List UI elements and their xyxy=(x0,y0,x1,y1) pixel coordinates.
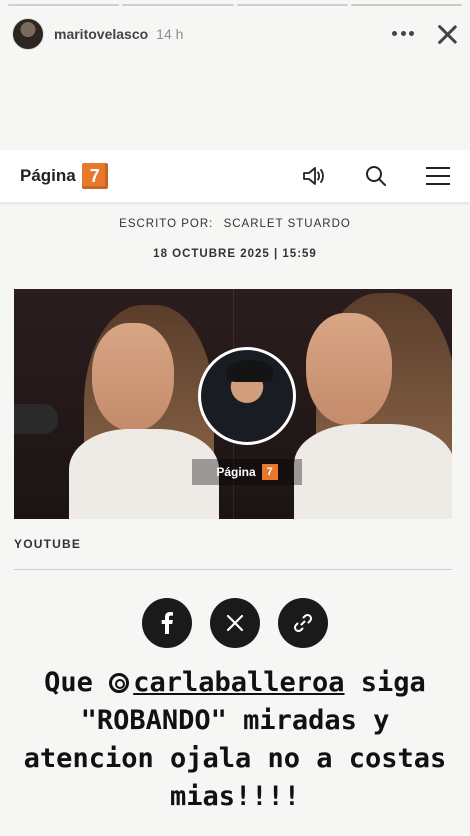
more-options-icon[interactable] xyxy=(392,31,414,37)
story-caption: Que carlaballeroa siga "ROBANDO" miradas… xyxy=(20,664,450,816)
image-watermark: Página 7 xyxy=(192,459,302,485)
story-username[interactable]: maritovelasco xyxy=(54,26,148,42)
story-progress xyxy=(8,4,462,6)
share-x-button[interactable] xyxy=(210,598,260,648)
progress-segment xyxy=(8,4,120,6)
menu-icon[interactable] xyxy=(426,164,450,188)
logo-badge: 7 xyxy=(81,163,108,189)
image-credit: YOUTUBE xyxy=(14,537,82,551)
progress-segment xyxy=(236,4,348,6)
share-facebook-button[interactable] xyxy=(142,598,192,648)
logo-text: Página xyxy=(20,166,76,185)
article-author: ESCRITO POR: SCARLET STUARDO xyxy=(0,218,470,230)
search-icon[interactable] xyxy=(364,164,388,188)
author-label: ESCRITO POR: xyxy=(119,218,214,230)
caption-prefix: Que xyxy=(44,667,110,698)
avatar[interactable] xyxy=(12,18,44,50)
x-icon xyxy=(226,614,244,632)
author-name[interactable]: SCARLET STUARDO xyxy=(224,218,351,230)
share-link-button[interactable] xyxy=(278,598,328,648)
inset-portrait xyxy=(198,347,296,445)
speaker-icon[interactable] xyxy=(302,164,326,188)
article-image[interactable]: Página 7 xyxy=(14,289,452,519)
mention-icon xyxy=(109,673,130,693)
story-timestamp: 14 h xyxy=(156,26,184,42)
close-icon[interactable] xyxy=(436,23,458,45)
divider xyxy=(14,569,452,570)
caption-mention[interactable]: carlaballeroa xyxy=(133,667,344,698)
microphone xyxy=(14,404,58,434)
share-bar xyxy=(0,598,470,648)
link-icon xyxy=(293,613,313,633)
story-header: maritovelasco 14 h xyxy=(12,16,458,52)
article-date: 18 OCTUBRE 2025 | 15:59 xyxy=(153,248,317,260)
facebook-icon xyxy=(161,612,173,634)
site-logo[interactable]: Página 7 xyxy=(20,163,108,189)
site-header: Página 7 xyxy=(0,150,470,202)
progress-segment xyxy=(350,4,462,6)
progress-segment xyxy=(122,4,234,6)
